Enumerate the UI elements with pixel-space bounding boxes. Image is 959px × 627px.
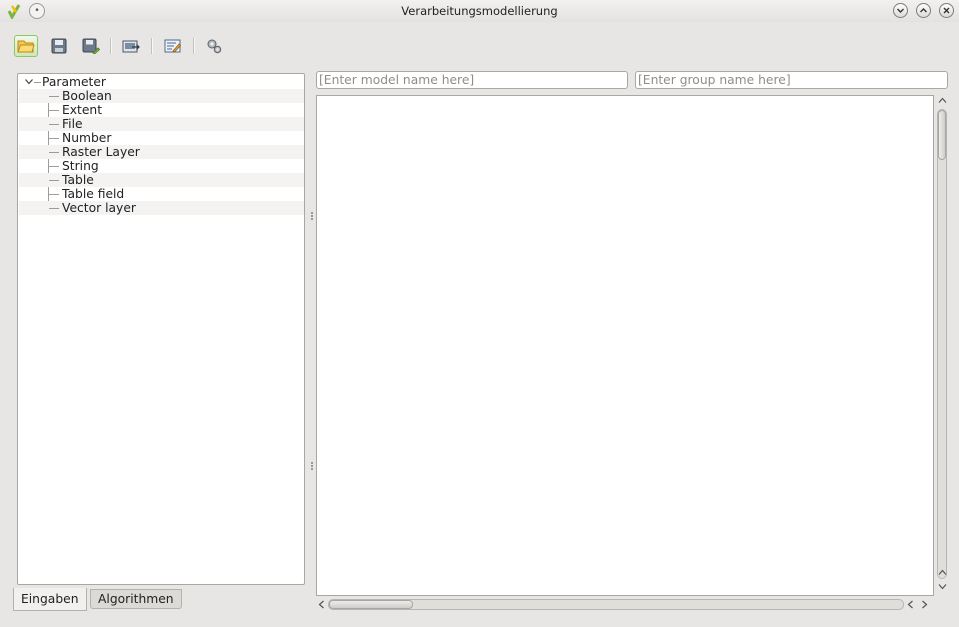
horizontal-scroll-thumb[interactable]	[329, 600, 413, 609]
toolbar	[0, 22, 959, 70]
tree-connector	[34, 82, 41, 83]
tab-eingaben[interactable]: Eingaben	[13, 588, 87, 611]
export-image-button[interactable]	[119, 35, 143, 57]
horizontal-scroll-track[interactable]	[328, 599, 904, 610]
export-image-icon	[122, 40, 140, 53]
scroll-down-icon[interactable]	[938, 583, 947, 590]
close-icon	[943, 7, 950, 14]
tree-root-parameter[interactable]: Parameter	[19, 75, 304, 89]
tree-connector	[49, 110, 59, 111]
scroll-up-icon[interactable]	[938, 97, 947, 104]
tree-item-label: Boolean	[62, 89, 112, 103]
splitter-handle[interactable]	[311, 212, 313, 221]
edit-help-button[interactable]	[161, 35, 185, 57]
scroll-left-icon[interactable]	[318, 600, 325, 609]
tree-item-number[interactable]: Number	[19, 131, 304, 145]
tree-connector	[49, 152, 59, 153]
tree-item-label: Raster Layer	[62, 145, 140, 159]
maximize-button[interactable]	[916, 3, 931, 18]
tree-item-label: Extent	[62, 103, 103, 117]
tree-item-raster-layer[interactable]: Raster Layer	[19, 145, 304, 159]
vertical-scroll-track[interactable]	[937, 109, 947, 579]
tree-item-file[interactable]: File	[19, 117, 304, 131]
tree-item-label: Vector layer	[62, 201, 136, 215]
folder-open-icon	[17, 40, 35, 53]
run-model-button[interactable]	[202, 35, 226, 57]
chevron-down-icon[interactable]	[25, 79, 33, 85]
toolbar-separator	[110, 38, 112, 54]
tree-connector	[49, 96, 59, 97]
title-bar: • Verarbeitungsmodellierung	[0, 0, 959, 22]
toolbar-separator	[151, 38, 153, 54]
model-name-input[interactable]	[316, 71, 628, 89]
tree-connector	[49, 166, 59, 167]
scroll-right-icon[interactable]	[921, 600, 928, 609]
tree-item-label: Table field	[62, 187, 125, 201]
tab-algorithmen[interactable]: Algorithmen	[90, 589, 182, 609]
tree-item-extent[interactable]: Extent	[19, 103, 304, 117]
tree-connector	[49, 124, 59, 125]
close-button[interactable]	[939, 3, 954, 18]
save-as-button[interactable]	[79, 35, 103, 57]
tree-connector	[49, 180, 59, 181]
inputs-tree[interactable]: Parameter Boolean Extent File Number Ras…	[17, 73, 305, 585]
scroll-left-icon[interactable]	[907, 600, 914, 609]
tree-connector	[49, 208, 59, 209]
edit-help-icon	[164, 39, 181, 53]
tree-item-label: File	[62, 117, 83, 131]
vertical-scroll-thumb[interactable]	[938, 110, 946, 160]
vertical-scrollbar[interactable]	[935, 95, 949, 595]
floppy-disk-icon	[51, 38, 67, 54]
maximize-icon	[920, 8, 927, 13]
tree-item-table[interactable]: Table	[19, 173, 304, 187]
tree-item-string[interactable]: String	[19, 159, 304, 173]
splitter-handle[interactable]	[311, 462, 313, 471]
open-model-button[interactable]	[14, 35, 38, 57]
tree-item-label: Number	[62, 131, 112, 145]
group-name-input[interactable]	[635, 71, 948, 89]
tree-root-label: Parameter	[42, 75, 106, 89]
tree-connector	[49, 138, 59, 139]
save-model-button[interactable]	[47, 35, 71, 57]
tree-item-vector-layer[interactable]: Vector layer	[19, 201, 304, 215]
tree-item-label: String	[62, 159, 99, 173]
model-canvas[interactable]	[316, 95, 934, 596]
scroll-up-icon[interactable]	[938, 569, 947, 576]
minimize-button[interactable]	[893, 3, 908, 18]
gears-icon	[207, 39, 222, 54]
tree-item-boolean[interactable]: Boolean	[19, 89, 304, 103]
tree-connector	[49, 194, 59, 195]
floppy-disk-edit-icon	[82, 38, 100, 54]
horizontal-scrollbar[interactable]	[316, 597, 934, 612]
tree-item-table-field[interactable]: Table field	[19, 187, 304, 201]
window-title: Verarbeitungsmodellierung	[401, 4, 558, 18]
minimize-icon	[897, 8, 904, 13]
tree-item-label: Table	[62, 173, 94, 187]
toolbar-separator	[193, 38, 195, 54]
